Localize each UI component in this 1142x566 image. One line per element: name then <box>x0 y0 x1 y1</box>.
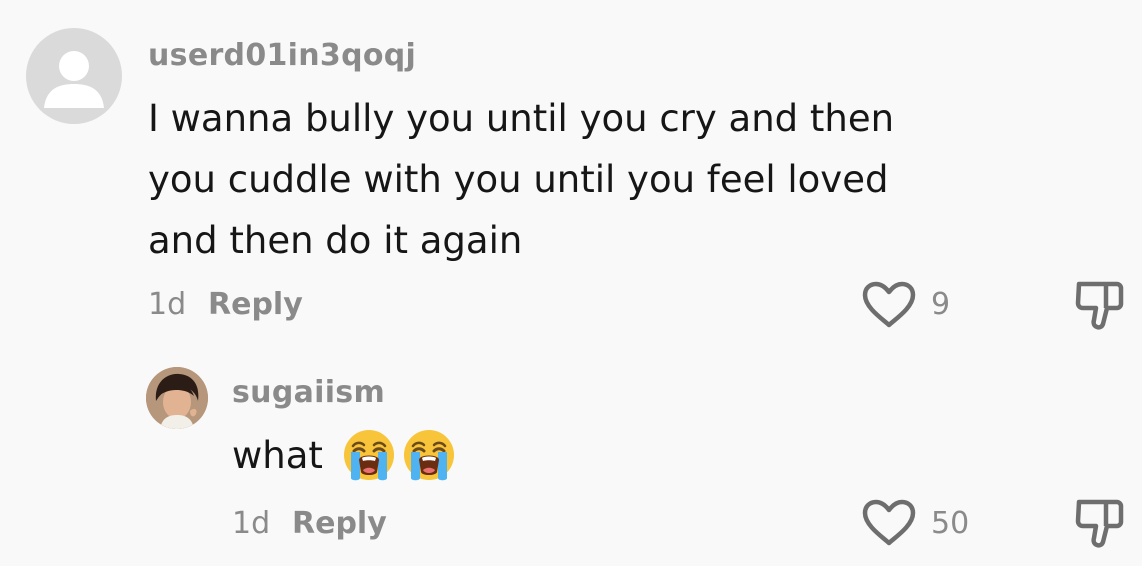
comment-username[interactable]: sugaiism <box>232 375 385 410</box>
heart-icon <box>862 281 916 328</box>
avatar[interactable] <box>146 367 208 429</box>
like-button[interactable] <box>860 280 918 330</box>
like-count: 50 <box>931 506 970 541</box>
reply-button[interactable]: Reply <box>292 506 387 541</box>
heart-icon <box>862 499 916 546</box>
comment-username[interactable]: userd01in3qoqj <box>148 38 416 73</box>
like-count: 9 <box>931 287 951 322</box>
emoji-group <box>342 428 456 482</box>
avatar[interactable] <box>26 28 122 124</box>
loudly-crying-face-emoji <box>404 430 454 481</box>
comment-text: what <box>232 434 323 477</box>
comment-text-line: I wanna bully you until you cry and then <box>148 97 895 140</box>
reply-button[interactable]: Reply <box>208 287 303 322</box>
user-photo <box>146 367 208 429</box>
comment-timestamp: 1d <box>148 287 187 322</box>
like-button[interactable] <box>860 498 918 548</box>
comment-timestamp: 1d <box>232 506 271 541</box>
loudly-crying-face-emoji <box>344 430 394 481</box>
thumbs-down-icon <box>1075 499 1124 548</box>
default-avatar-icon <box>44 51 104 108</box>
comment-text-line: and then do it again <box>148 219 523 262</box>
dislike-button[interactable] <box>1073 496 1125 550</box>
comment-text-line: you cuddle with you until you feel loved <box>148 158 889 201</box>
thumbs-down-icon <box>1075 281 1124 330</box>
dislike-button[interactable] <box>1073 278 1125 332</box>
